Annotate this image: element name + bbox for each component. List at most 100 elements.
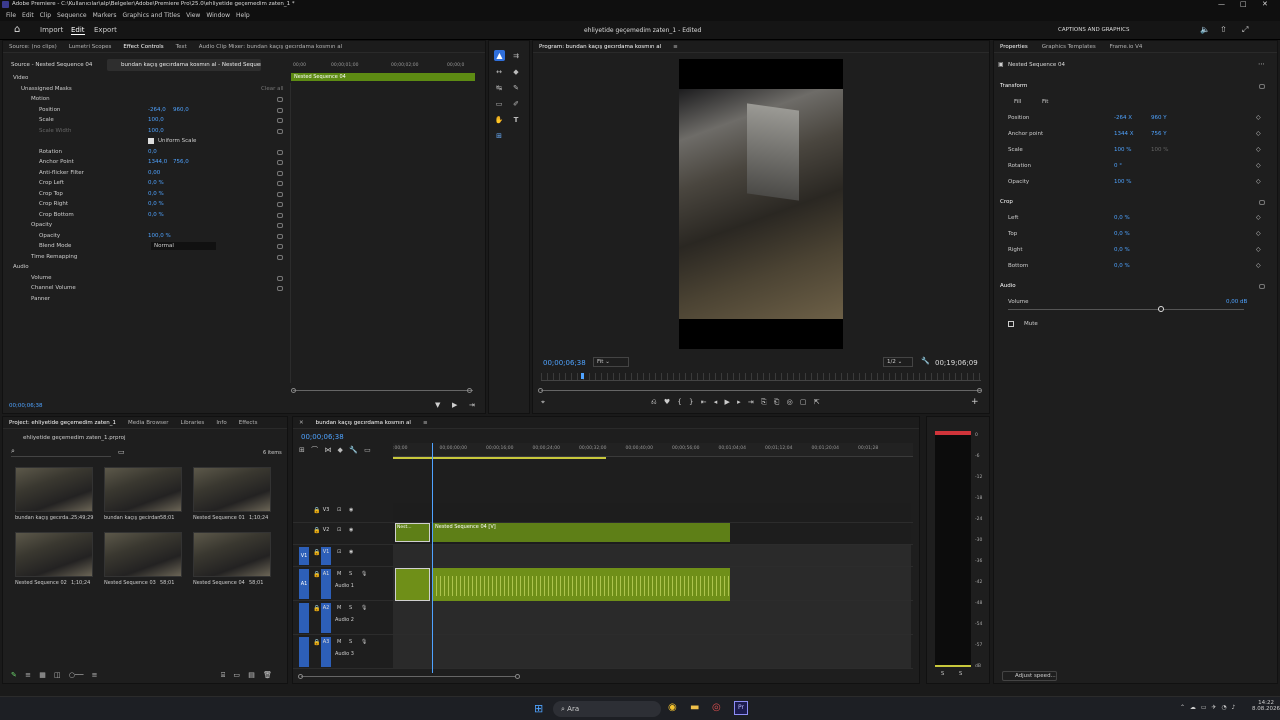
volume-value[interactable]: 0,00 dB: [1226, 297, 1247, 307]
menu-window[interactable]: Window: [206, 10, 230, 21]
scroll-handle-right[interactable]: [467, 388, 472, 393]
prop-value[interactable]: 100 %: [1114, 145, 1131, 155]
zoom-handle-right[interactable]: [977, 388, 982, 393]
mute-track-icon[interactable]: M: [337, 639, 341, 645]
ec-value[interactable]: 100,0 %: [148, 231, 171, 241]
tab-export[interactable]: Export: [94, 26, 117, 34]
menu-markers[interactable]: Markers: [93, 10, 117, 21]
audio-effect-row[interactable]: Panner: [3, 294, 287, 304]
transform-row[interactable]: Anchor point 1344 X 756 Y ◇: [994, 129, 1279, 139]
program-ruler[interactable]: [541, 373, 981, 381]
timeline-sequence-tab[interactable]: bundan kaçış gecırdama kosmın al: [310, 417, 417, 428]
keyframe-icon[interactable]: ◇: [1256, 113, 1261, 123]
keyframe-icon[interactable]: ◇: [1256, 245, 1261, 255]
project-footer-right[interactable]: ⌸ ▭ ▤ 🗑: [221, 671, 272, 680]
prop-value[interactable]: -264 X: [1114, 113, 1132, 123]
keyframe-icon[interactable]: ◇: [1256, 129, 1261, 139]
prop-value-2[interactable]: 100 %: [1151, 145, 1168, 155]
uniform-scale-row[interactable]: Uniform Scale: [3, 136, 287, 146]
program-title[interactable]: Program: bundan kaçış gecırdama kosmın a…: [533, 41, 667, 52]
prop-value[interactable]: 100 %: [1114, 177, 1131, 187]
zoom-handle-left[interactable]: [538, 388, 543, 393]
ec-value[interactable]: 0,00: [148, 168, 160, 178]
reset-icon[interactable]: [1259, 284, 1265, 289]
eye-icon[interactable]: ◉: [349, 549, 353, 555]
timeline-tool-buttons[interactable]: ⊞ ⌒ ⋈ ◆ 🔧 ▭: [299, 445, 379, 455]
crop-value[interactable]: 0,0 %: [1114, 245, 1130, 255]
caption-tool-icon[interactable]: ⊞: [494, 131, 504, 141]
ec-value[interactable]: 0,0 %: [148, 210, 164, 220]
audio-section[interactable]: Audio: [3, 262, 287, 272]
param-row[interactable]: Scale Width 100,0: [3, 126, 287, 136]
selection-tool-icon[interactable]: ▲: [494, 50, 505, 61]
source-tab-1[interactable]: Lumetri Scopes: [63, 41, 118, 52]
solo-track-icon[interactable]: S: [349, 605, 352, 611]
uniform-scale-checkbox[interactable]: [148, 138, 154, 144]
transform-row[interactable]: Opacity 100 % ◇: [994, 177, 1279, 187]
hand-tool-icon[interactable]: ✋: [494, 115, 504, 125]
ec-value-2[interactable]: 960,0: [173, 105, 189, 115]
panel-menu-icon[interactable]: ≡: [667, 41, 684, 52]
motion-group[interactable]: Motion: [3, 94, 287, 104]
track-lane[interactable]: [393, 503, 911, 522]
crop-row[interactable]: Top 0,0 % ◇: [994, 229, 1279, 239]
eye-icon[interactable]: ◉: [349, 507, 353, 513]
prop-value-2[interactable]: 756 Y: [1151, 129, 1167, 139]
track-target-a3[interactable]: A3: [321, 637, 331, 667]
reset-icon[interactable]: [277, 191, 283, 197]
crop-row[interactable]: Right 0,0 % ◇: [994, 245, 1279, 255]
mute-track-icon[interactable]: M: [337, 605, 341, 611]
settings-wrench-icon[interactable]: 🔧: [921, 357, 930, 365]
mute-checkbox[interactable]: [1008, 321, 1014, 327]
track-target-v2[interactable]: V2: [321, 525, 331, 543]
param-row[interactable]: Anchor Point 1344,0 756,0: [3, 157, 287, 167]
reset-icon[interactable]: [277, 233, 283, 239]
project-search-input[interactable]: ⌕: [11, 447, 111, 457]
ripple-edit-icon[interactable]: ↔: [494, 67, 504, 77]
menu-graphics-and-titles[interactable]: Graphics and Titles: [123, 10, 181, 21]
timeline-ruler[interactable]: :00;00 00;00;00;00 00;00;16;00 00;00;24;00 0…: [393, 443, 913, 457]
transport-controls[interactable]: ⎌ ♥ { } ⇤ ◂ ▶ ▸ ⇥ ⎘ ⎗ ◎ ▢ ⇱: [651, 398, 901, 408]
fill-option[interactable]: Fill: [1014, 97, 1021, 107]
filter-icon[interactable]: ▼: [435, 401, 440, 409]
fit-dropdown[interactable]: Fit ⌄: [593, 357, 629, 367]
sync-icon[interactable]: ⊡: [337, 507, 341, 513]
project-item-thumbnail[interactable]: [15, 467, 93, 512]
prop-value-2[interactable]: 960 Y: [1151, 113, 1167, 123]
timeline-playhead[interactable]: [432, 443, 433, 673]
transform-row[interactable]: Rotation 0 ° ◇: [994, 161, 1279, 171]
home-icon[interactable]: ⌂: [14, 24, 20, 35]
razor-icon[interactable]: ◆: [511, 67, 521, 77]
project-item-thumbnail[interactable]: [104, 467, 182, 512]
quick-export-icon[interactable]: ⇧: [1220, 25, 1227, 34]
program-timecode[interactable]: 00;00;06;38: [543, 359, 586, 367]
keyframe-icon[interactable]: ◇: [1256, 229, 1261, 239]
prop-value[interactable]: 0 °: [1114, 161, 1122, 171]
reset-icon[interactable]: [277, 181, 283, 186]
track-target-a2[interactable]: A2: [321, 603, 331, 633]
clip-subtab[interactable]: bundan kaçış gecırdama kosmın al - Neste…: [107, 59, 261, 71]
audio-effect-row[interactable]: Volume: [3, 273, 287, 283]
tab-edit[interactable]: Edit: [71, 26, 85, 35]
timeline-scrollbar[interactable]: [301, 676, 516, 677]
reset-icon[interactable]: [1259, 200, 1265, 205]
unassigned-masks[interactable]: Unassigned Masks Clear all: [3, 84, 287, 94]
adjust-speed-button[interactable]: Adjust speed...: [1002, 671, 1057, 681]
opacity-group[interactable]: Opacity: [3, 220, 287, 230]
zoom-scrollbar[interactable]: [293, 390, 473, 391]
track-select-icon[interactable]: ⇉: [511, 51, 521, 61]
ec-value[interactable]: 1344,0: [148, 157, 167, 167]
volume-slider-thumb[interactable]: [1158, 306, 1164, 312]
lock-icon[interactable]: 🔒: [313, 605, 320, 612]
source-patch[interactable]: [299, 637, 309, 667]
param-row[interactable]: Anti-flicker Filter 0,00: [3, 168, 287, 178]
fit-option[interactable]: Fit: [1042, 97, 1048, 107]
audio-clip-main[interactable]: [432, 568, 730, 601]
microphone-icon[interactable]: 🎙: [361, 605, 367, 611]
param-row[interactable]: Position -264,0 960,0: [3, 105, 287, 115]
type-tool-icon[interactable]: T: [511, 115, 521, 125]
close-button[interactable]: ✕: [1262, 0, 1268, 8]
video-frame[interactable]: [679, 59, 843, 349]
project-tab-1[interactable]: Media Browser: [122, 417, 175, 428]
mute-track-icon[interactable]: M: [337, 571, 341, 577]
